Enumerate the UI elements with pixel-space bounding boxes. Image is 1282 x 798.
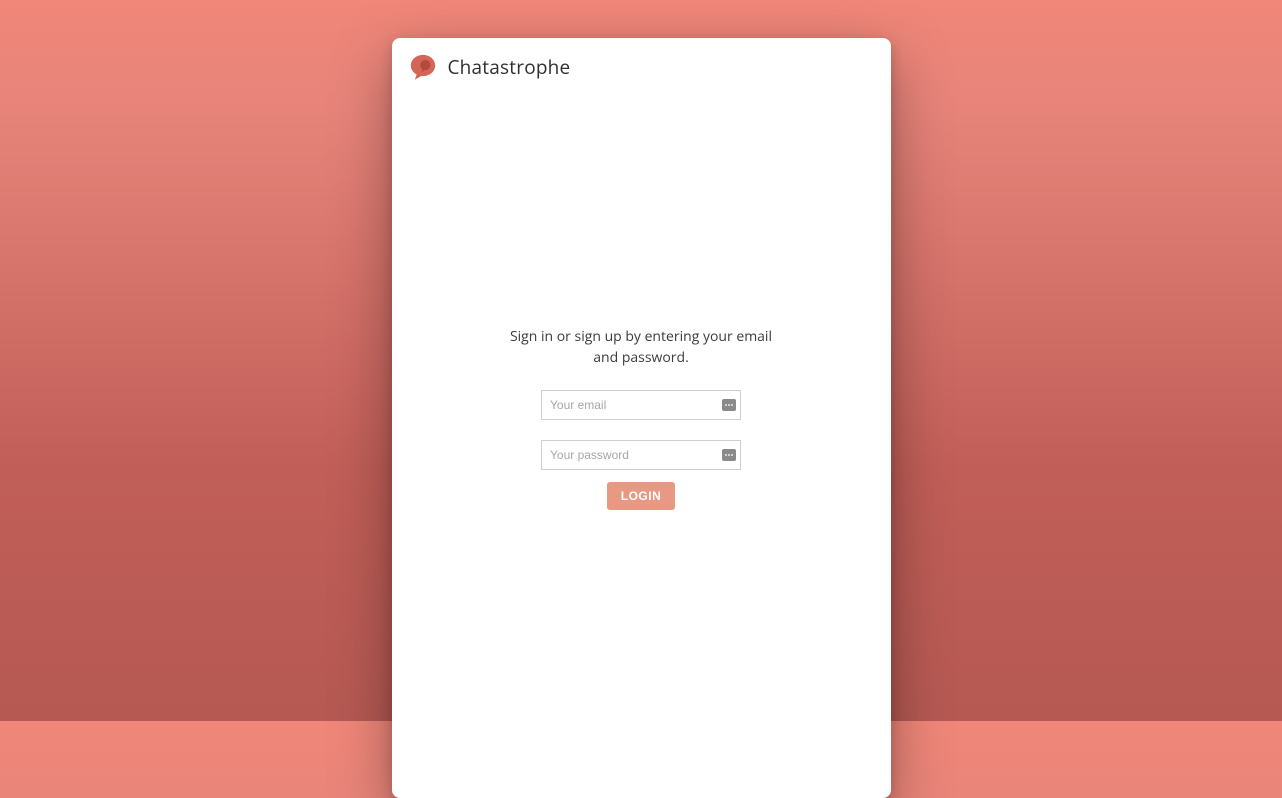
email-input[interactable]: [541, 390, 741, 420]
login-card: Chatastrophe Sign in or sign up by enter…: [392, 38, 891, 798]
autofill-icon[interactable]: [722, 399, 736, 411]
login-form: Sign in or sign up by entering your emai…: [408, 326, 875, 510]
app-title: Chatastrophe: [448, 54, 571, 80]
chat-bubble-logo-icon: [408, 52, 438, 82]
login-button[interactable]: LOGIN: [607, 482, 676, 510]
brand-header: Chatastrophe: [408, 52, 875, 82]
password-input[interactable]: [541, 440, 741, 470]
email-field-wrap: [541, 390, 741, 420]
password-field-wrap: [541, 440, 741, 470]
login-instructions: Sign in or sign up by entering your emai…: [496, 326, 786, 368]
autofill-icon[interactable]: [722, 449, 736, 461]
